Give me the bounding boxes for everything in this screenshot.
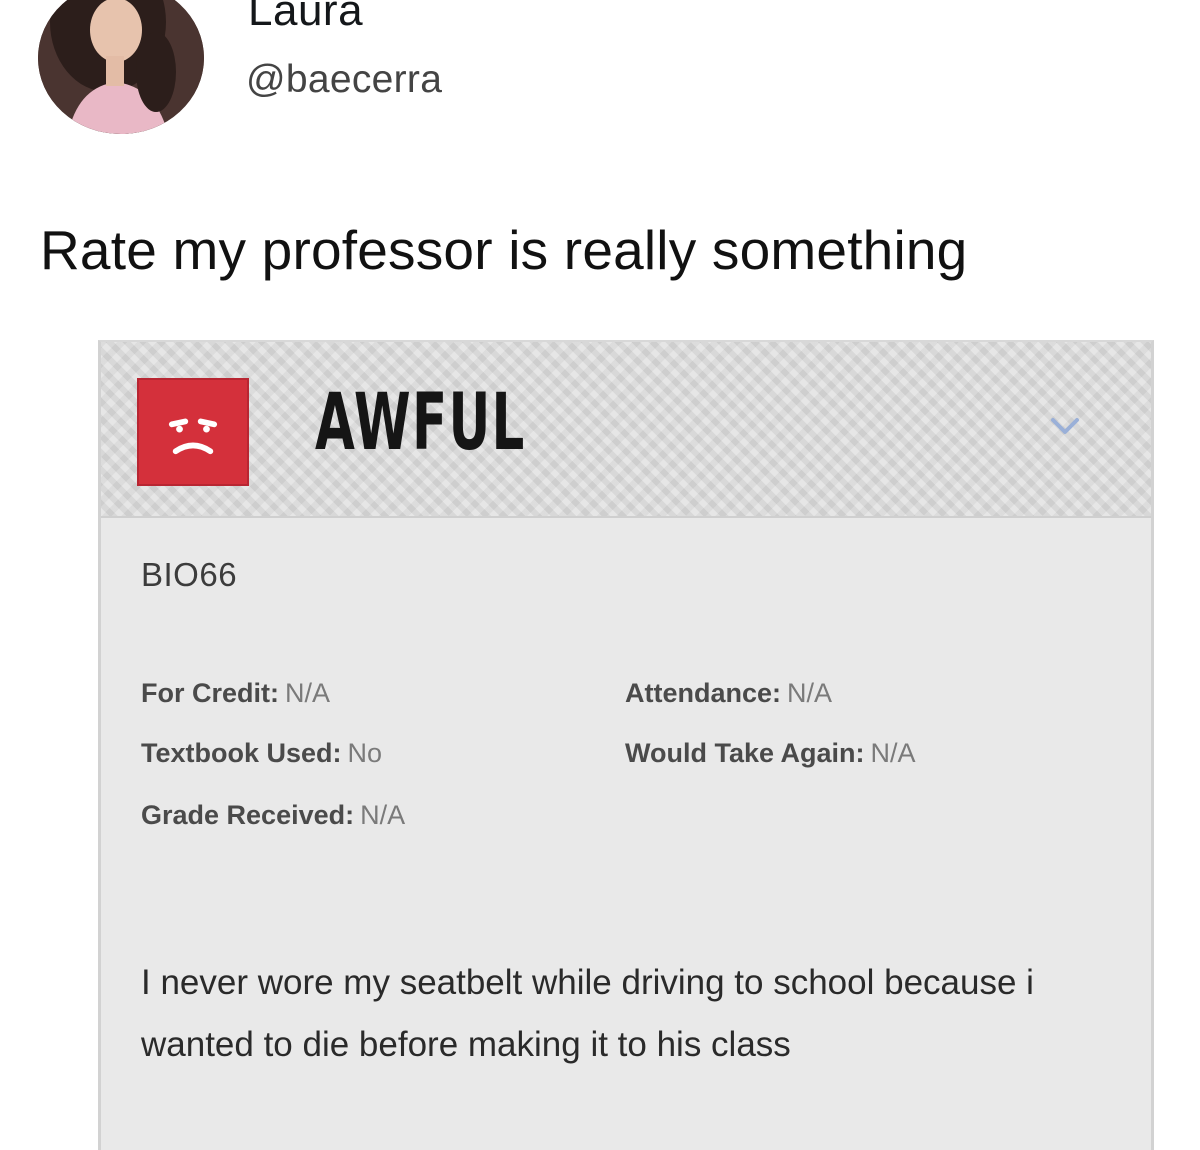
would-take-again-value: N/A bbox=[870, 738, 916, 768]
profile-photo bbox=[38, 0, 204, 134]
user-handle[interactable]: @baecerra bbox=[246, 58, 442, 102]
attendance-row: Attendance: N/A bbox=[625, 678, 832, 709]
grade-received-value: N/A bbox=[360, 800, 406, 830]
rating-card: AWFUL BIO66 For Credit: N/A Textbook Used… bbox=[98, 340, 1154, 1150]
for-credit-value: N/A bbox=[285, 678, 331, 708]
textbook-used-label: Textbook Used: bbox=[141, 738, 342, 768]
tweet-screenshot: Laura @baecerra Rate my professor is rea… bbox=[0, 0, 1200, 1150]
frown-face-icon bbox=[137, 378, 249, 486]
textbook-used-row: Textbook Used: No bbox=[141, 738, 382, 769]
for-credit-label: For Credit: bbox=[141, 678, 279, 708]
attendance-label: Attendance: bbox=[625, 678, 782, 708]
rating-header: AWFUL bbox=[101, 342, 1151, 518]
rating-label: AWFUL bbox=[315, 378, 526, 468]
course-code: BIO66 bbox=[141, 556, 238, 593]
attendance-value: N/A bbox=[787, 678, 833, 708]
grade-received-label: Grade Received: bbox=[141, 800, 355, 830]
tweet-text: Rate my professor is really something bbox=[40, 219, 968, 281]
would-take-again-row: Would Take Again: N/A bbox=[625, 738, 916, 769]
grade-received-row: Grade Received: N/A bbox=[141, 800, 405, 831]
chevron-down-icon[interactable] bbox=[1045, 412, 1085, 442]
textbook-used-value: No bbox=[347, 738, 383, 768]
review-comment: I never wore my seatbelt while driving t… bbox=[141, 963, 1034, 1064]
would-take-again-label: Would Take Again: bbox=[625, 738, 865, 768]
display-name[interactable]: Laura bbox=[248, 0, 363, 36]
avatar[interactable] bbox=[38, 0, 204, 134]
for-credit-row: For Credit: N/A bbox=[141, 678, 330, 709]
